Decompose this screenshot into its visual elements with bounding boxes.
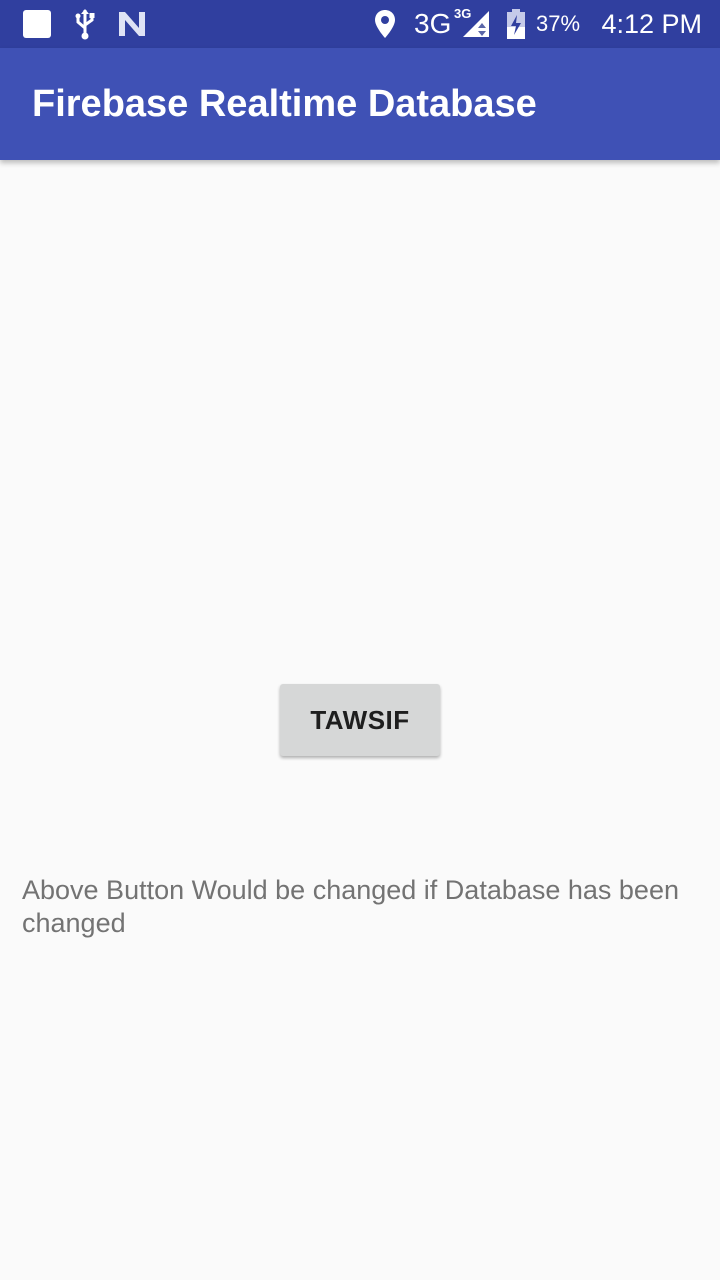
tawsif-button[interactable]: TAWSIF bbox=[280, 684, 440, 756]
location-icon bbox=[370, 8, 400, 40]
usb-icon bbox=[70, 8, 100, 40]
notification-square-icon bbox=[22, 8, 52, 40]
info-text: Above Button Would be changed if Databas… bbox=[22, 875, 679, 938]
status-time: 4:12 PM bbox=[601, 9, 702, 39]
signal-icon bbox=[460, 8, 492, 40]
battery-icon bbox=[504, 8, 528, 40]
app-title: Firebase Realtime Database bbox=[32, 83, 537, 125]
battery-percent: 37% bbox=[536, 11, 581, 36]
status-bar: 3G 3G 37% 4:12 PM bbox=[0, 0, 720, 48]
n-icon bbox=[114, 8, 150, 40]
network-type: 3G bbox=[414, 8, 452, 39]
app-bar: Firebase Realtime Database bbox=[0, 48, 720, 160]
